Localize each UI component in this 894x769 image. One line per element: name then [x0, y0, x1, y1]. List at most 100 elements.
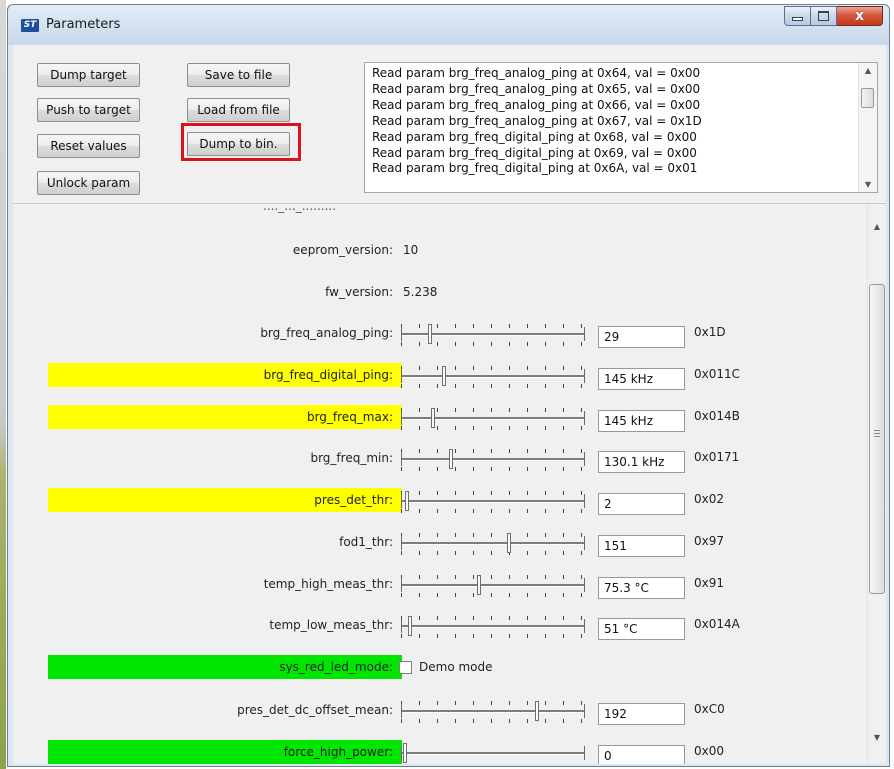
unlock-param-button[interactable]: Unlock param	[37, 171, 140, 195]
title-bar[interactable]: ST Parameters x	[8, 5, 889, 45]
param-hex-value: 0x0171	[694, 450, 740, 464]
log-output[interactable]: Read param brg_freq_analog_ping at 0x64,…	[364, 62, 878, 193]
param-hex-value: 0x011C	[694, 367, 741, 381]
slider-edge-right	[584, 494, 585, 508]
param-value-field[interactable]: 130.1 kHz	[598, 451, 685, 473]
param-value: 5.238	[403, 285, 438, 299]
log-line: Read param brg_freq_digital_ping at 0x6A…	[372, 161, 698, 176]
slider-edge-left	[401, 327, 402, 341]
push-to-target-button[interactable]: Push to target	[37, 98, 140, 122]
demo-mode-checkbox[interactable]	[399, 661, 412, 674]
slider-ticks-top	[401, 533, 585, 537]
param-slider[interactable]	[401, 530, 585, 556]
slider-thumb[interactable]	[442, 366, 446, 386]
param-slider[interactable]	[401, 321, 585, 347]
param-value-field[interactable]: 2	[598, 493, 685, 515]
slider-edge-right	[584, 369, 585, 383]
parameter-list: ...._..._......... eeprom_version: 10 fw…	[13, 203, 886, 764]
scroll-up-arrow-icon[interactable]: ▲	[868, 222, 886, 231]
param-hex-value: 0x014B	[694, 409, 740, 423]
slider-thumb[interactable]	[408, 616, 412, 636]
param-row-fw-version: fw_version: 5.238	[13, 276, 853, 308]
window-controls: x	[784, 6, 883, 26]
param-hex-value: 0x1D	[694, 325, 726, 339]
slider-track	[402, 625, 584, 628]
log-scrollbar[interactable]: ▲ ▼	[858, 63, 877, 192]
param-value-field[interactable]: 151	[598, 535, 685, 557]
maximize-button[interactable]	[811, 6, 837, 26]
log-line: Read param brg_freq_analog_ping at 0x67,…	[372, 113, 702, 128]
slider-thumb[interactable]	[449, 449, 453, 469]
log-line: Read param brg_freq_analog_ping at 0x64,…	[372, 66, 701, 80]
param-row-eeprom-version: eeprom_version: 10	[13, 234, 853, 266]
param-row-temp-low-meas-thr: temp_low_meas_thr: 51 °C 0x014A	[13, 609, 853, 641]
slider-thumb[interactable]	[507, 533, 511, 553]
scroll-down-arrow-icon[interactable]: ▼	[859, 180, 877, 189]
log-line: Read param brg_freq_analog_ping at 0x66,…	[372, 97, 701, 112]
param-value-field[interactable]: 145 kHz	[598, 410, 685, 432]
param-value-field[interactable]: 75.3 °C	[598, 577, 685, 599]
parameters-window: ST Parameters x Dump target Push to targ…	[7, 4, 890, 767]
slider-thumb[interactable]	[535, 701, 539, 721]
param-value-field[interactable]: 192	[598, 703, 685, 725]
minimize-icon	[792, 17, 803, 21]
scroll-down-arrow-icon[interactable]: ▼	[868, 733, 886, 742]
param-value-field[interactable]: 51 °C	[598, 618, 685, 640]
param-slider[interactable]	[401, 446, 585, 472]
slider-ticks-bottom	[401, 719, 585, 723]
param-slider[interactable]	[401, 740, 585, 764]
param-label: brg_freq_digital_ping:	[263, 368, 393, 382]
param-slider[interactable]	[401, 613, 585, 639]
scroll-up-arrow-icon[interactable]: ▲	[859, 66, 877, 75]
slider-edge-left	[401, 369, 402, 383]
slider-thumb[interactable]	[431, 408, 435, 428]
slider-thumb[interactable]	[405, 491, 409, 511]
slider-edge-right	[584, 746, 585, 760]
dump-target-button[interactable]: Dump target	[37, 63, 140, 87]
slider-ticks-top	[401, 491, 585, 495]
param-value-field[interactable]: 145 kHz	[598, 368, 685, 390]
param-row-brg-freq-max: brg_freq_max: 145 kHz 0x014B	[13, 401, 853, 433]
param-hex-value: 0x00	[694, 744, 725, 758]
param-label: pres_det_dc_offset_mean:	[237, 703, 393, 717]
reset-values-button[interactable]: Reset values	[37, 134, 140, 158]
slider-edge-left	[401, 619, 402, 633]
slider-track	[402, 458, 584, 461]
load-from-file-button[interactable]: Load from file	[187, 98, 290, 122]
slider-thumb[interactable]	[403, 743, 407, 763]
param-hex-value: 0x014A	[694, 617, 740, 631]
slider-track	[402, 710, 584, 713]
slider-edge-left	[401, 578, 402, 592]
close-button[interactable]: x	[837, 6, 883, 26]
save-to-file-button[interactable]: Save to file	[187, 63, 290, 87]
param-slider[interactable]	[401, 572, 585, 598]
param-label: force_high_power:	[283, 745, 393, 759]
slider-edge-left	[401, 411, 402, 425]
param-slider[interactable]	[401, 698, 585, 724]
param-row-temp-high-meas-thr: temp_high_meas_thr: 75.3 °C 0x91	[13, 568, 853, 600]
param-slider[interactable]	[401, 405, 585, 431]
slider-ticks-top	[401, 575, 585, 579]
parameter-scrollbar-thumb[interactable]	[869, 284, 885, 594]
background-edge	[0, 0, 6, 769]
slider-thumb[interactable]	[428, 324, 432, 344]
demo-mode-label: Demo mode	[419, 660, 493, 674]
param-label: brg_freq_max:	[306, 410, 393, 424]
slider-track	[402, 375, 584, 378]
log-line: Read param brg_freq_analog_ping at 0x65,…	[372, 81, 701, 96]
param-row-pres-det-dc-offset-mean: pres_det_dc_offset_mean: 192 0xC0	[13, 694, 853, 726]
minimize-button[interactable]	[784, 6, 811, 26]
st-logo-icon: ST	[21, 19, 39, 32]
param-slider[interactable]	[401, 488, 585, 514]
param-row-brg-freq-min: brg_freq_min: 130.1 kHz 0x0171	[13, 442, 853, 474]
param-value-field[interactable]: 29	[598, 326, 685, 348]
slider-edge-right	[584, 704, 585, 718]
param-value-field[interactable]: 0	[598, 745, 685, 764]
parameter-scrollbar[interactable]: ▲ ▼	[867, 204, 886, 764]
param-row-brg-freq-analog-ping: brg_freq_analog_ping: 29 0x1D	[13, 317, 853, 349]
slider-edge-right	[584, 619, 585, 633]
param-slider[interactable]	[401, 363, 585, 389]
slider-ticks-bottom	[401, 551, 585, 555]
log-scrollbar-thumb[interactable]	[861, 88, 874, 108]
slider-thumb[interactable]	[477, 575, 481, 595]
